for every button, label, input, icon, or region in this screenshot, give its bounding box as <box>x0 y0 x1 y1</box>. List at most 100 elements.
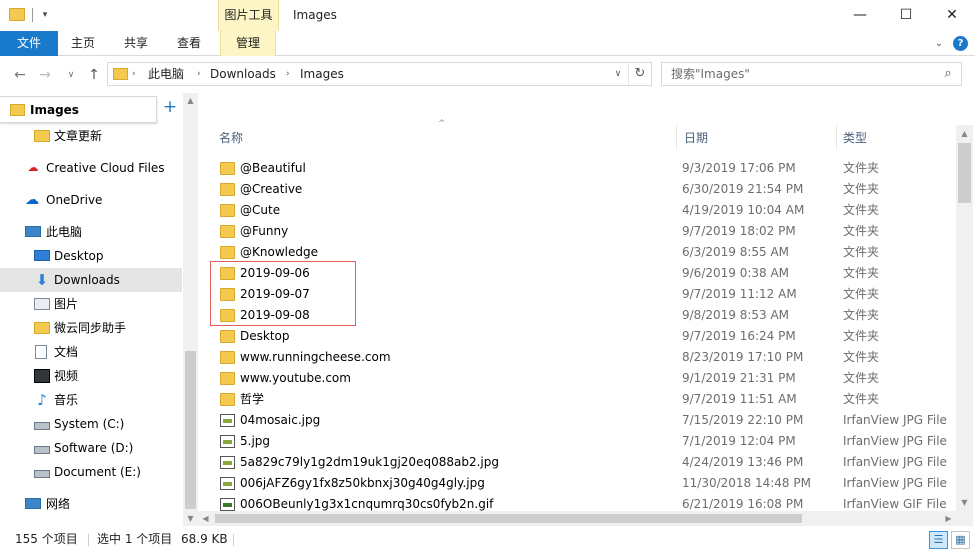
file-type: 文件夹 <box>843 350 880 364</box>
details-view-icon[interactable]: ☰ <box>929 531 948 549</box>
sidebar-item-documents[interactable]: 文档 <box>0 340 182 364</box>
nav-pane-scroll-thumb[interactable] <box>185 351 196 509</box>
table-row[interactable]: 哲学 9/7/2019 11:51 AM 文件夹 <box>214 389 954 410</box>
file-list-scroll-thumb[interactable] <box>958 143 971 203</box>
table-row[interactable]: 5.jpg 7/1/2019 12:04 PM IrfanView JPG File <box>214 431 954 452</box>
expand-ribbon-icon[interactable]: ⌄ <box>932 37 946 51</box>
scrollbar-corner <box>956 511 973 526</box>
column-divider[interactable] <box>676 125 677 149</box>
sidebar-item-drive-e[interactable]: Document (E:) <box>0 460 182 484</box>
file-type: 文件夹 <box>843 266 880 280</box>
tab-view[interactable]: 查看 <box>166 31 212 56</box>
sidebar-item-creative-cloud[interactable]: ☁ Creative Cloud Files <box>0 156 182 180</box>
file-name: Desktop <box>240 329 290 343</box>
back-button[interactable]: ← <box>11 66 29 84</box>
scroll-up-icon[interactable]: ▲ <box>956 125 973 142</box>
breadcrumb-chevron-icon[interactable]: › <box>132 63 136 85</box>
table-row[interactable]: @Creative 6/30/2019 21:54 PM 文件夹 <box>214 179 954 200</box>
sidebar-item-weiyun[interactable]: 微云同步助手 <box>0 316 182 340</box>
help-icon[interactable]: ? <box>953 36 968 51</box>
column-header-name[interactable]: 名称 <box>219 127 243 149</box>
folder-icon <box>9 8 25 21</box>
pinned-folder-header[interactable]: Images <box>0 96 157 123</box>
tab-share[interactable]: 共享 <box>113 31 159 56</box>
table-row[interactable]: 5a829c79ly1g2dm19uk1gj20eq088ab2.jpg 4/24… <box>214 452 954 473</box>
breadcrumb-chevron-icon[interactable]: › <box>286 63 290 85</box>
large-icons-view-icon[interactable]: ▦ <box>951 531 970 549</box>
tab-manage[interactable]: 管理 <box>220 31 276 56</box>
scroll-down-icon[interactable]: ▼ <box>183 511 198 526</box>
sidebar-item-drive-c[interactable]: System (C:) <box>0 412 182 436</box>
address-dropdown-icon[interactable]: ∨ <box>608 63 628 85</box>
weiyun-icon <box>34 322 50 334</box>
sidebar-item-drive-d[interactable]: Software (D:) <box>0 436 182 460</box>
tab-file[interactable]: 文件 <box>0 31 58 56</box>
file-type: IrfanView JPG File <box>843 413 947 427</box>
table-row[interactable]: @Funny 9/7/2019 18:02 PM 文件夹 <box>214 221 954 242</box>
pin-icon[interactable]: + <box>162 99 178 116</box>
quick-access-dropdown-icon[interactable]: ▾ <box>38 8 52 22</box>
drive-icon <box>34 446 50 454</box>
up-button[interactable]: ↑ <box>85 66 103 84</box>
file-date: 9/7/2019 18:02 PM <box>682 224 796 238</box>
onedrive-icon: ☁ <box>25 192 39 208</box>
breadcrumb-images[interactable]: Images <box>300 63 344 85</box>
maximize-button[interactable]: ☐ <box>883 0 929 31</box>
recent-locations-button[interactable]: ∨ <box>62 66 80 84</box>
search-input[interactable]: 搜索"Images" <box>671 63 750 85</box>
column-header-type[interactable]: 类型 <box>843 127 867 149</box>
search-box[interactable]: 搜索"Images" ⌕ <box>661 62 962 86</box>
refresh-icon[interactable]: ↻ <box>628 63 651 85</box>
drive-icon <box>34 470 50 478</box>
folder-icon <box>220 372 235 385</box>
address-bar[interactable]: › 此电脑 › Downloads › Images ∨ ↻ <box>107 62 652 86</box>
sidebar-item-this-pc[interactable]: 此电脑 <box>0 220 182 244</box>
folder-icon <box>220 330 235 343</box>
close-button[interactable]: ✕ <box>929 0 975 31</box>
jpg-file-icon <box>220 414 235 427</box>
file-date: 9/7/2019 11:51 AM <box>682 392 797 406</box>
tab-home[interactable]: 主页 <box>60 31 106 56</box>
scroll-left-icon[interactable]: ◀ <box>198 511 213 526</box>
search-icon[interactable]: ⌕ <box>940 66 956 82</box>
address-row: ← → ∨ ↑ › 此电脑 › Downloads › Images ∨ ↻ 搜… <box>0 57 975 93</box>
pictures-icon <box>34 298 50 310</box>
scroll-right-icon[interactable]: ▶ <box>941 511 956 526</box>
sidebar-item-pictures[interactable]: 图片 <box>0 292 182 316</box>
minimize-button[interactable]: — <box>837 0 883 31</box>
sidebar-item-article-updates[interactable]: 文章更新 <box>0 124 182 148</box>
scroll-up-icon[interactable]: ▲ <box>183 93 198 108</box>
sidebar-item-label: 文章更新 <box>54 129 103 143</box>
sidebar-item-desktop[interactable]: Desktop <box>0 244 182 268</box>
table-row[interactable]: 006jAFZ6gy1fx8z50kbnxj30g40g4gly.jpg 11/3… <box>214 473 954 494</box>
table-row[interactable]: Desktop 9/7/2019 16:24 PM 文件夹 <box>214 326 954 347</box>
sidebar-item-downloads[interactable]: ⬇ Downloads <box>0 268 182 292</box>
sidebar-item-label: Creative Cloud Files <box>46 161 165 175</box>
table-row[interactable]: @Knowledge 6/3/2019 8:55 AM 文件夹 <box>214 242 954 263</box>
column-divider[interactable] <box>836 125 837 149</box>
table-row[interactable]: 04mosaic.jpg 7/15/2019 22:10 PM IrfanView … <box>214 410 954 431</box>
folder-icon <box>220 204 235 217</box>
sidebar-item-label: 此电脑 <box>46 225 83 239</box>
breadcrumb-downloads[interactable]: Downloads <box>210 63 276 85</box>
table-row[interactable]: www.runningcheese.com 8/23/2019 17:10 PM 文… <box>214 347 954 368</box>
table-row[interactable]: @Cute 4/19/2019 10:04 AM 文件夹 <box>214 200 954 221</box>
sidebar-item-videos[interactable]: 视频 <box>0 364 182 388</box>
breadcrumb-this-pc[interactable]: 此电脑 <box>148 63 184 85</box>
folder-icon <box>220 183 235 196</box>
annotation-highlight-box <box>210 261 356 326</box>
scroll-down-icon[interactable]: ▼ <box>956 494 973 511</box>
forward-button[interactable]: → <box>36 66 54 84</box>
breadcrumb-chevron-icon[interactable]: › <box>197 63 201 85</box>
sidebar-item-network[interactable]: 网络 <box>0 492 182 516</box>
sidebar-item-music[interactable]: ♪ 音乐 <box>0 388 182 412</box>
sidebar-item-onedrive[interactable]: ☁ OneDrive <box>0 188 182 212</box>
folder-icon <box>34 130 50 142</box>
table-row[interactable]: www.youtube.com 9/1/2019 21:31 PM 文件夹 <box>214 368 954 389</box>
column-header-date[interactable]: 日期 <box>684 127 708 149</box>
horizontal-scroll-thumb[interactable] <box>215 514 802 523</box>
sidebar-item-label: Downloads <box>54 273 120 287</box>
file-list: ^ 名称 日期 类型 @Beautiful 9/3/2019 17:06 PM 文件… <box>198 93 975 526</box>
gif-file-icon <box>220 498 235 511</box>
table-row[interactable]: @Beautiful 9/3/2019 17:06 PM 文件夹 <box>214 158 954 179</box>
